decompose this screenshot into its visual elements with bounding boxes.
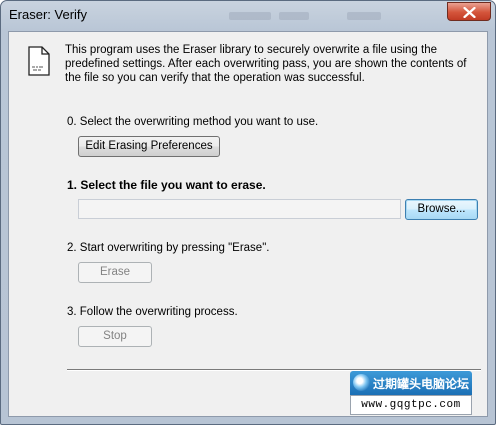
background-blur xyxy=(279,12,309,20)
file-path-field[interactable] xyxy=(78,199,401,219)
dialog-body: This program uses the Eraser library to … xyxy=(8,31,488,417)
watermark-site-name: 过期罐头电脑论坛 xyxy=(373,377,470,391)
edit-erasing-preferences-button[interactable]: Edit Erasing Preferences xyxy=(78,136,220,157)
stop-button[interactable]: Stop xyxy=(78,326,152,347)
step3-label: 3. Follow the overwriting process. xyxy=(67,306,238,318)
browse-button[interactable]: Browse... xyxy=(405,199,478,220)
intro-text: This program uses the Eraser library to … xyxy=(65,44,467,84)
watermark-url: www.gqgtpc.com xyxy=(350,395,472,415)
erase-button[interactable]: Erase xyxy=(78,262,152,283)
close-button[interactable] xyxy=(447,2,491,21)
background-blur xyxy=(229,12,271,20)
title-bar[interactable]: Eraser: Verify xyxy=(1,1,495,31)
background-blur xyxy=(347,12,381,20)
document-icon xyxy=(28,46,50,76)
close-icon xyxy=(463,7,476,18)
eraser-verify-window: Eraser: Verify This program uses the Era… xyxy=(0,0,496,425)
window-title: Eraser: Verify xyxy=(9,7,88,22)
forum-logo-icon xyxy=(353,374,370,391)
step2-label: 2. Start overwriting by pressing "Erase"… xyxy=(67,242,270,254)
step1-label: 1. Select the file you want to erase. xyxy=(67,178,266,192)
step0-label: 0. Select the overwriting method you wan… xyxy=(67,116,319,128)
watermark-banner: 过期罐头电脑论坛 xyxy=(350,371,472,395)
forum-watermark: 过期罐头电脑论坛 www.gqgtpc.com xyxy=(350,371,472,415)
